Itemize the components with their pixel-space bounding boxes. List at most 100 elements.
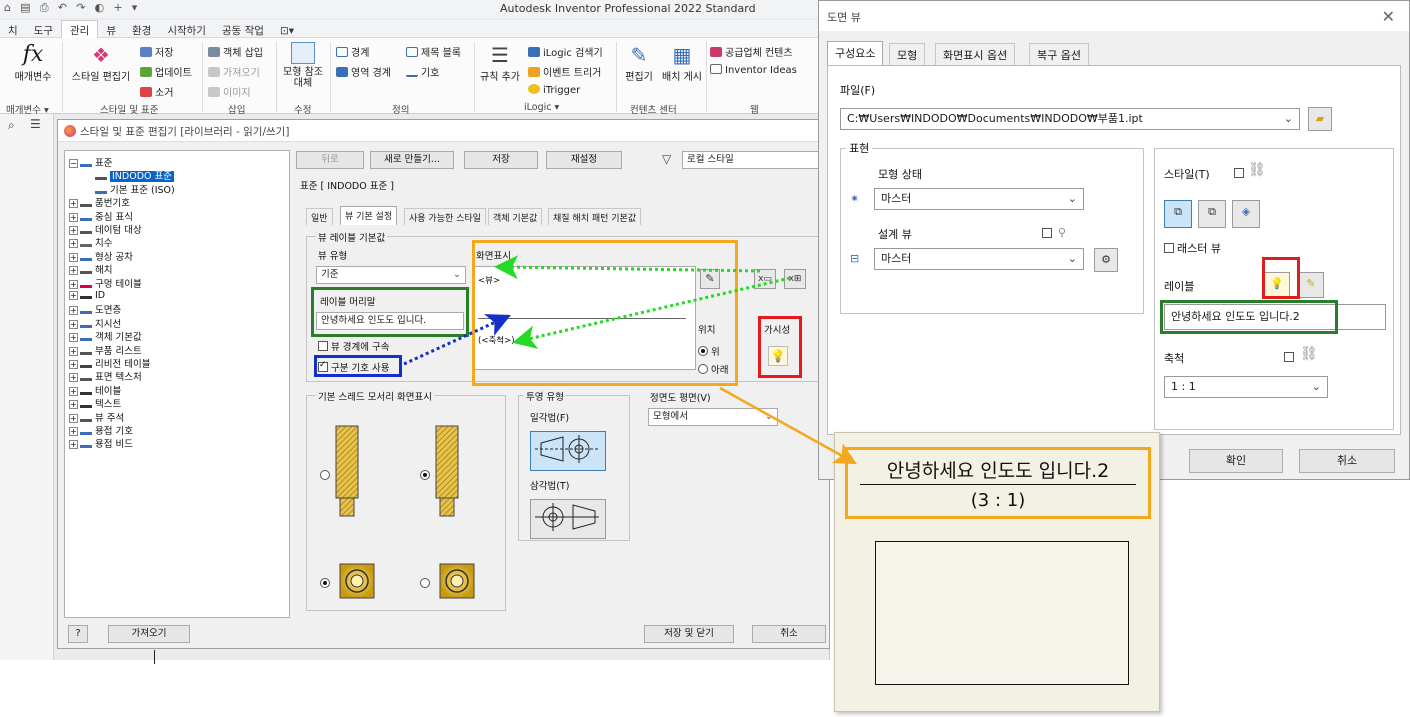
- ok-button[interactable]: 확인: [1189, 449, 1283, 473]
- expand-icon[interactable]: +: [69, 413, 78, 423]
- hidden-line-button[interactable]: ⧉: [1164, 200, 1192, 228]
- expand-icon[interactable]: +: [69, 252, 78, 262]
- add-icon[interactable]: +: [113, 1, 122, 14]
- close-icon[interactable]: ✕: [1382, 7, 1395, 26]
- thread-option-radio-3[interactable]: [320, 578, 330, 588]
- cancel-button[interactable]: 취소: [1299, 449, 1395, 473]
- ribbon-tab[interactable]: 도구: [26, 21, 61, 39]
- ribbon-tab[interactable]: 시작하기: [159, 21, 214, 39]
- expand-icon[interactable]: +: [69, 306, 78, 316]
- tab-object-defaults[interactable]: 객체 기본값: [488, 208, 543, 225]
- ribbon-tab-manage[interactable]: 관리: [61, 20, 99, 38]
- image-button[interactable]: 이미지: [208, 84, 251, 99]
- print-icon[interactable]: ⎙: [40, 1, 49, 15]
- expand-icon[interactable]: +: [69, 400, 78, 410]
- purge-button[interactable]: 소거: [140, 84, 173, 99]
- tab-component[interactable]: 구성요소: [827, 41, 884, 65]
- front-plane-select[interactable]: 모형에서 ⌄: [648, 408, 778, 426]
- hidden-line-removed-button[interactable]: ⧉: [1198, 200, 1226, 228]
- view-type-select[interactable]: 기준 ⌄: [316, 266, 466, 284]
- expand-icon[interactable]: +: [69, 239, 78, 249]
- tab-recovery-options[interactable]: 복구 옵션: [1029, 43, 1089, 65]
- expand-icon[interactable]: +: [69, 199, 78, 209]
- tree-node[interactable]: + 텍스트: [69, 396, 121, 410]
- raster-view-checkbox[interactable]: 래스터 뷰: [1164, 240, 1221, 256]
- tree-node[interactable]: INDODO 표준: [95, 168, 174, 183]
- search-icon[interactable]: ⌕: [8, 118, 15, 133]
- design-view-select[interactable]: 마스터 ⌄: [874, 248, 1084, 270]
- text-param-button[interactable]: x▭: [754, 269, 776, 289]
- expand-icon[interactable]: +: [69, 291, 78, 300]
- tree-node[interactable]: 기본 표준 (ISO): [95, 182, 175, 196]
- import-button[interactable]: 가져오기: [208, 64, 260, 79]
- model-state-select[interactable]: 마스터 ⌄: [874, 188, 1084, 210]
- tab-hatch-defaults[interactable]: 채질 해치 패턴 기본값: [548, 208, 642, 225]
- import-button[interactable]: 가져오기: [108, 625, 190, 643]
- update-button[interactable]: 업데이트: [140, 64, 192, 79]
- tab-available-styles[interactable]: 사용 가능한 스타일: [404, 208, 486, 225]
- color-icon[interactable]: ◐: [95, 1, 105, 14]
- style-editor-button[interactable]: ❖ 스타일 편집기: [66, 42, 136, 83]
- expand-icon[interactable]: +: [69, 333, 78, 343]
- thread-option-radio-2[interactable]: [420, 470, 430, 480]
- tree-node[interactable]: + 리비전 테이블: [69, 356, 150, 370]
- tree-node[interactable]: + 데이텀 대상: [69, 222, 142, 236]
- tree-node[interactable]: + 지시선: [69, 316, 121, 330]
- tree-node[interactable]: + 부품 리스트: [69, 343, 142, 357]
- tree-node[interactable]: + 뷰 주석: [69, 410, 124, 424]
- back-button[interactable]: 뒤로: [296, 151, 364, 169]
- first-angle-button[interactable]: [530, 431, 606, 471]
- expand-icon[interactable]: +: [69, 212, 78, 222]
- insert-object-button[interactable]: 객체 삽입: [208, 44, 263, 59]
- expand-icon[interactable]: +: [69, 427, 78, 436]
- save-and-close-button[interactable]: 저장 및 닫기: [644, 625, 734, 643]
- tree-node[interactable]: + 치수: [69, 235, 112, 249]
- third-angle-button[interactable]: [530, 499, 606, 539]
- shaded-button[interactable]: ◈: [1232, 200, 1260, 228]
- expand-icon[interactable]: +: [69, 386, 78, 396]
- tree-node[interactable]: + 용접 기호: [69, 423, 133, 437]
- tree-node[interactable]: + 용접 비드: [69, 436, 133, 450]
- symbol-button[interactable]: 기호: [406, 64, 439, 79]
- undo-icon[interactable]: ↶: [58, 1, 67, 14]
- expand-icon[interactable]: +: [69, 346, 78, 356]
- expand-icon[interactable]: +: [69, 279, 78, 289]
- ribbon-tab[interactable]: 공동 작업: [214, 21, 272, 39]
- menu-icon[interactable]: ☰: [30, 117, 41, 131]
- itrigger-button[interactable]: iTrigger: [528, 84, 580, 96]
- constrain-to-view-checkbox[interactable]: 뷰 경계에 구속: [318, 339, 389, 353]
- browse-file-button[interactable]: ▰: [1308, 107, 1332, 131]
- ribbon-tab[interactable]: 치: [0, 21, 26, 39]
- tree-node[interactable]: − 표준: [69, 155, 112, 169]
- design-view-settings-button[interactable]: ⚙: [1094, 248, 1118, 272]
- new-style-button[interactable]: 새로 만들기...: [370, 151, 454, 169]
- tree-node[interactable]: + 도면층: [69, 302, 121, 316]
- ribbon-tab[interactable]: 뷰: [98, 21, 124, 39]
- supplier-content-button[interactable]: 공급업체 컨텐츠: [710, 44, 793, 59]
- thread-option-radio-4[interactable]: [420, 578, 430, 588]
- tree-node[interactable]: + 객체 기본값: [69, 329, 142, 343]
- tree-node[interactable]: + 표면 텍스처: [69, 369, 142, 383]
- replace-model-reference-button[interactable]: 모형 참조 대체: [278, 42, 328, 89]
- tree-node[interactable]: + ID: [69, 289, 105, 301]
- edit-label-button[interactable]: ✎: [1298, 272, 1324, 298]
- ribbon-tab[interactable]: 환경: [124, 21, 159, 39]
- file-path-select[interactable]: C:₩Users₩INDODO₩Documents₩INDODO₩부품1.ipt…: [840, 108, 1300, 130]
- tree-node[interactable]: + 형상 공차: [69, 249, 133, 263]
- expand-icon[interactable]: +: [69, 266, 78, 276]
- scale-select[interactable]: 1 : 1 ⌄: [1164, 376, 1328, 398]
- expand-icon[interactable]: +: [69, 373, 78, 383]
- tab-model[interactable]: 모형: [889, 43, 926, 65]
- tree-node[interactable]: + 품번기호: [69, 195, 130, 209]
- editor-button[interactable]: ✎ 편집기: [620, 42, 658, 83]
- expand-icon[interactable]: +: [69, 360, 78, 369]
- help-button[interactable]: ?: [68, 625, 88, 643]
- expand-icon[interactable]: +: [69, 440, 78, 450]
- collapse-icon[interactable]: −: [69, 159, 78, 168]
- reset-button[interactable]: 재설정: [546, 151, 622, 169]
- new-icon[interactable]: ▤: [20, 1, 30, 14]
- save-button[interactable]: 저장: [464, 151, 538, 169]
- inventor-ideas-button[interactable]: Inventor Ideas: [710, 64, 797, 76]
- style-filter-select[interactable]: 로컬 스타일: [682, 151, 828, 169]
- layout-publish-button[interactable]: ▦ 배치 게시: [660, 42, 704, 83]
